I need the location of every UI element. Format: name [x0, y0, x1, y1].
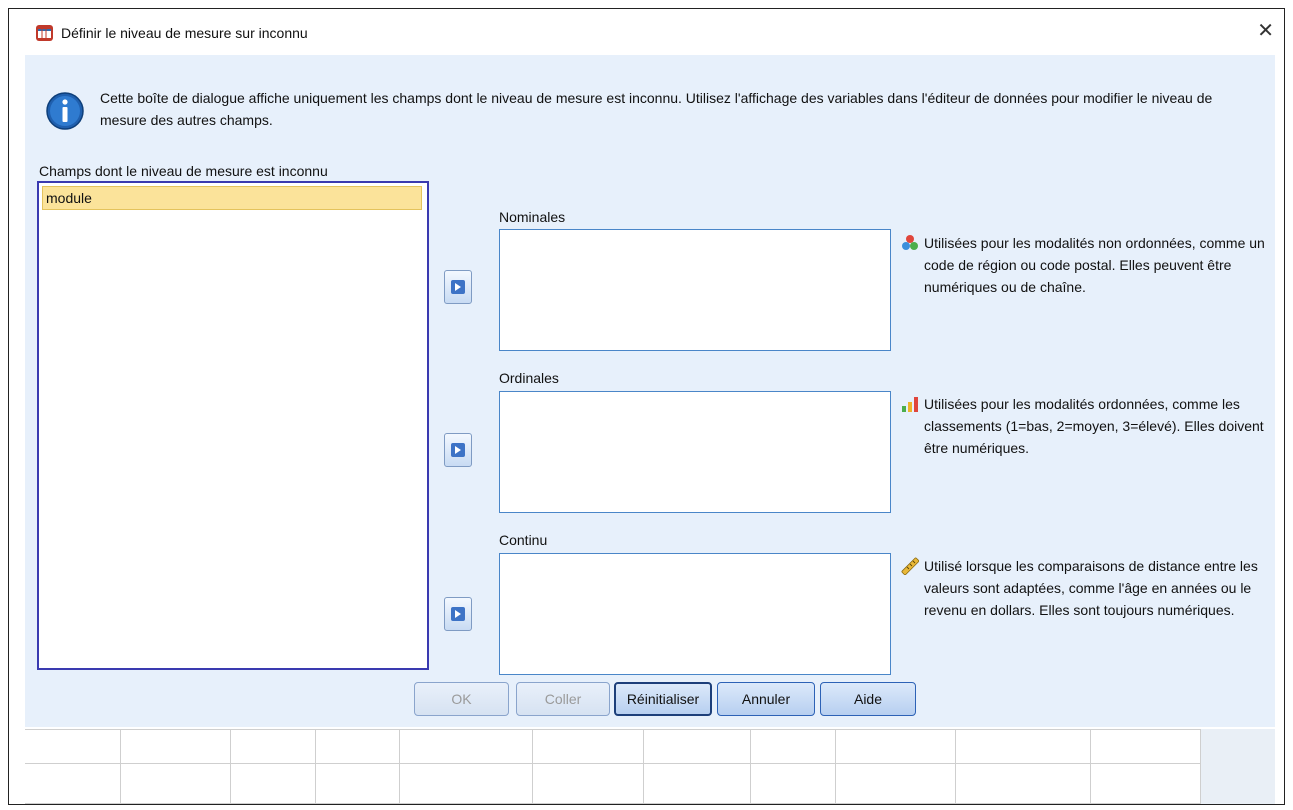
- dialog-window: Définir le niveau de mesure sur inconnu …: [8, 8, 1285, 805]
- ordinal-list[interactable]: [499, 391, 891, 513]
- grid-line: [1200, 729, 1201, 804]
- grid-line: [955, 729, 956, 804]
- move-to-continuous-button[interactable]: [444, 597, 472, 631]
- cancel-button[interactable]: Annuler: [717, 682, 815, 716]
- close-icon[interactable]: ✕: [1257, 21, 1274, 41]
- grid-line: [315, 729, 316, 804]
- ordinal-label: Ordinales: [499, 370, 559, 386]
- source-field-list[interactable]: module: [37, 181, 429, 670]
- arrow-right-icon: [451, 607, 465, 621]
- move-to-ordinal-button[interactable]: [444, 433, 472, 467]
- window-title: Définir le niveau de mesure sur inconnu: [61, 25, 308, 41]
- dialog-body: Cette boîte de dialogue affiche uniqueme…: [25, 55, 1275, 727]
- continuous-list[interactable]: [499, 553, 891, 675]
- grid-line: [750, 729, 751, 804]
- title-bar: Définir le niveau de mesure sur inconnu …: [9, 9, 1284, 55]
- grid-line: [25, 803, 1200, 804]
- grid-line: [25, 763, 1200, 764]
- grid-line: [643, 729, 644, 804]
- source-list-label: Champs dont le niveau de mesure est inco…: [39, 163, 328, 179]
- grid-line: [1090, 729, 1091, 804]
- ordinal-description-text: Utilisées pour les modalités ordonnées, …: [924, 396, 1264, 456]
- grid-line: [532, 729, 533, 804]
- nominal-measure-icon: [902, 235, 918, 250]
- nominal-list[interactable]: [499, 229, 891, 351]
- info-message: Cette boîte de dialogue affiche uniqueme…: [100, 90, 1213, 128]
- grid-line: [399, 729, 400, 804]
- grid-scroll-area: [1200, 729, 1275, 804]
- grid-line: [835, 729, 836, 804]
- info-icon: [46, 92, 84, 130]
- nominal-description-text: Utilisées pour les modalités non ordonné…: [924, 235, 1265, 295]
- paste-button[interactable]: Coller: [516, 682, 610, 716]
- app-icon: [36, 25, 53, 41]
- continuous-description-text: Utilisé lorsque les comparaisons de dist…: [924, 558, 1258, 618]
- move-to-nominal-button[interactable]: [444, 270, 472, 304]
- ok-button[interactable]: OK: [414, 682, 509, 716]
- reset-button[interactable]: Réinitialiser: [614, 682, 712, 716]
- grid-line: [120, 729, 121, 804]
- nominal-label: Nominales: [499, 209, 566, 225]
- continuous-label: Continu: [499, 532, 548, 548]
- scale-measure-icon: [901, 557, 919, 575]
- help-button[interactable]: Aide: [820, 682, 916, 716]
- data-editor-grid: [25, 729, 1275, 804]
- arrow-right-icon: [451, 280, 465, 294]
- grid-line: [25, 729, 1200, 730]
- ordinal-measure-icon: [902, 397, 918, 412]
- list-item[interactable]: module: [42, 186, 422, 210]
- grid-line: [230, 729, 231, 804]
- arrow-right-icon: [451, 443, 465, 457]
